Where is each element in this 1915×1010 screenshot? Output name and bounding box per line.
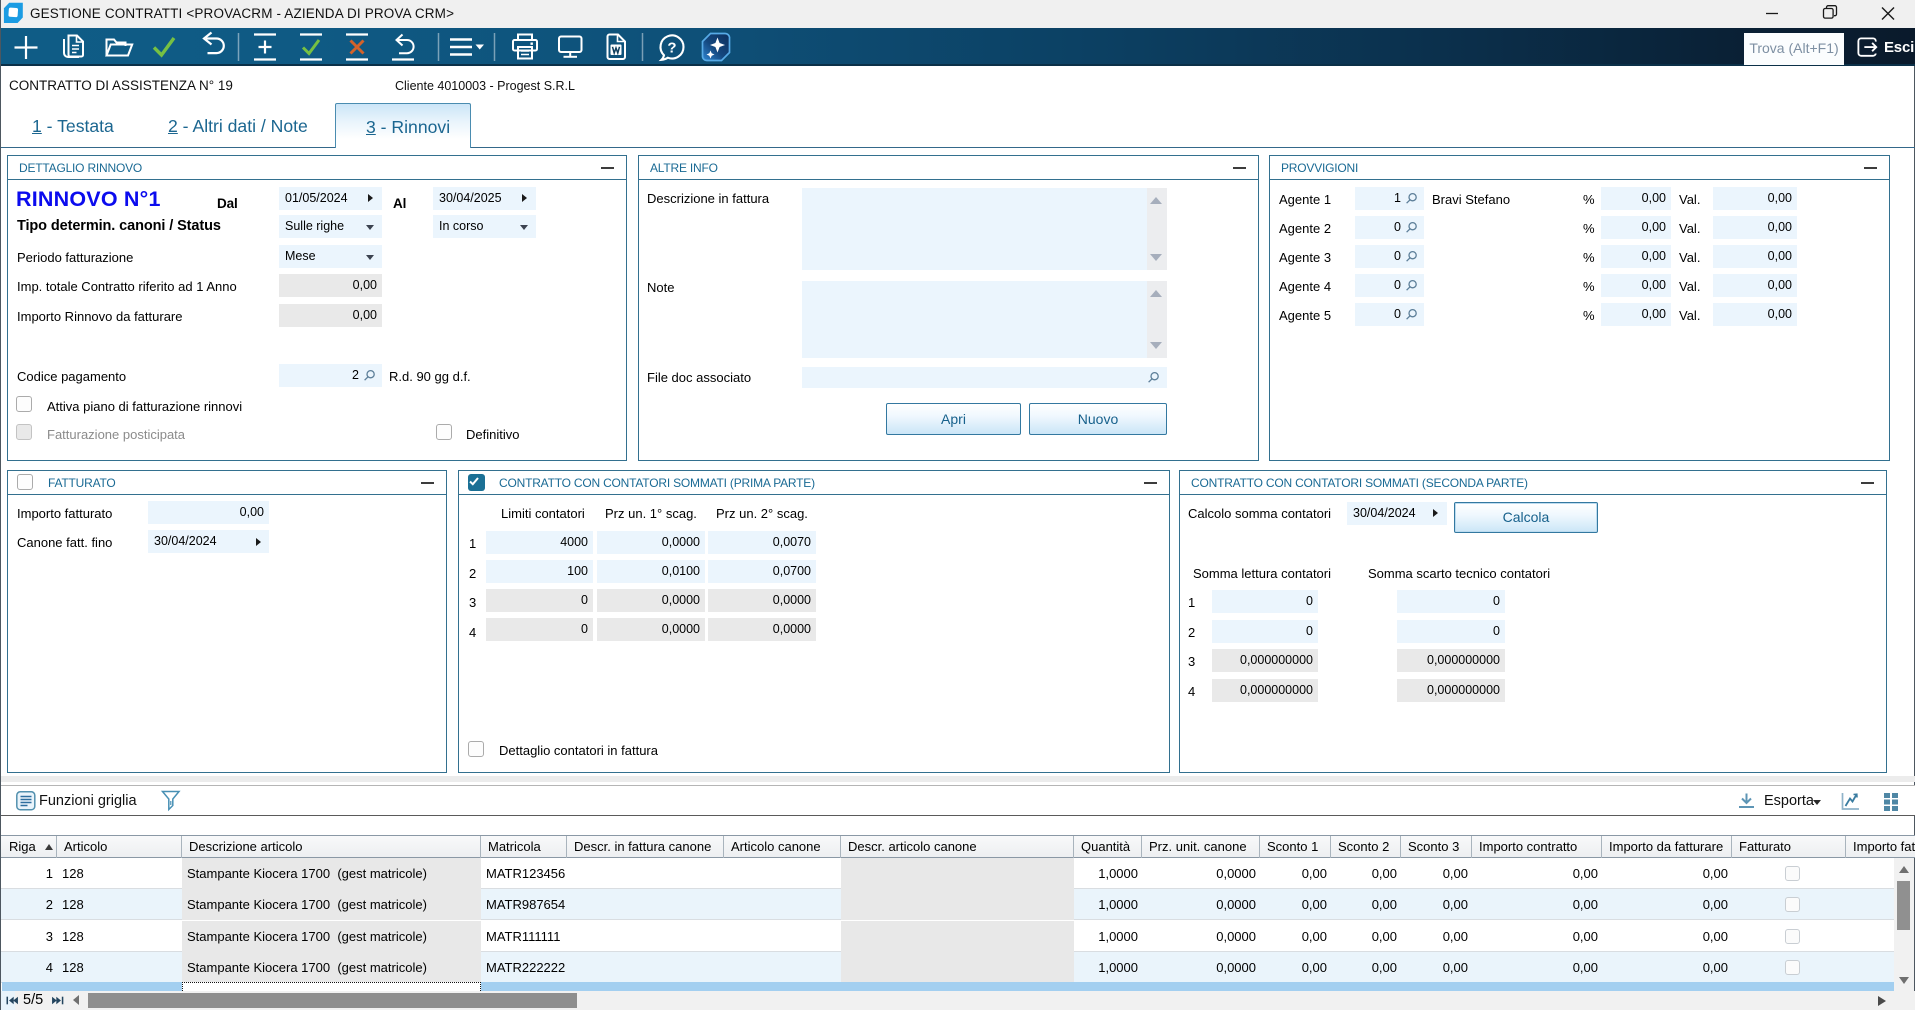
svg-text:?: ? — [667, 40, 676, 57]
